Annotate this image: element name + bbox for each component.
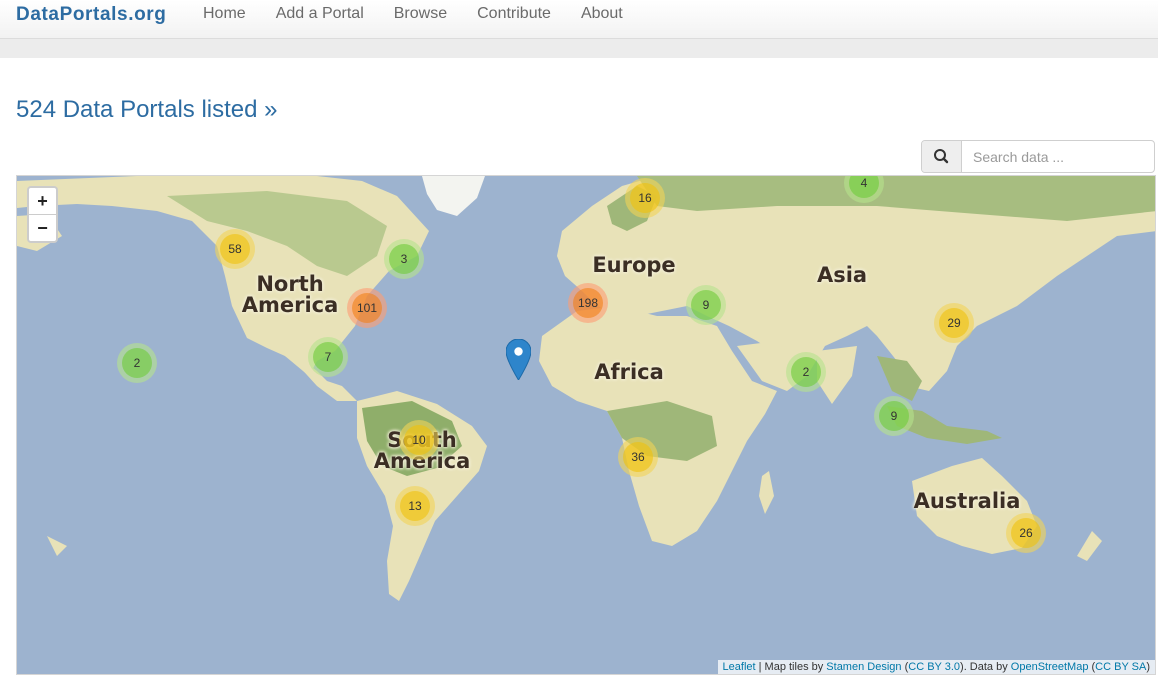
label-north-america-text: North America [241,272,339,317]
label-africa: Africa [594,360,664,384]
search-box [921,140,1158,173]
marker-cluster[interactable]: 26 [1006,513,1046,553]
marker-cluster[interactable]: 9 [686,285,726,325]
portal-count-link[interactable]: 524 Data Portals listed » [16,96,277,124]
cluster-count: 58 [220,234,250,264]
cluster-count: 16 [630,183,660,213]
marker-cluster[interactable]: 10 [399,420,439,460]
marker-cluster[interactable]: 7 [308,337,348,377]
zoom-control: + − [27,186,58,243]
zoom-out-button[interactable]: − [29,215,56,241]
cluster-count: 4 [849,176,879,198]
cluster-count: 29 [939,308,969,338]
cluster-count: 2 [122,348,152,378]
stamen-link[interactable]: Stamen Design [826,661,901,673]
cc-by-sa-link[interactable]: CC BY SA [1095,661,1146,673]
nav-add-portal[interactable]: Add a Portal [261,0,379,33]
main-nav: Home Add a Portal Browse Contribute Abou… [188,0,638,33]
nav-home[interactable]: Home [188,0,261,33]
navbar-shadow-bar [0,39,1158,58]
marker-cluster[interactable]: 58 [215,229,255,269]
cluster-count: 9 [879,401,909,431]
marker-cluster[interactable]: 36 [618,437,658,477]
map-attribution: Leaflet | Map tiles by Stamen Design (CC… [717,660,1155,674]
marker-cluster[interactable]: 29 [934,303,974,343]
navbar: DataPortals.org Home Add a Portal Browse… [0,0,1158,39]
marker-cluster[interactable]: 3 [384,239,424,279]
marker-cluster[interactable]: 2 [117,343,157,383]
nav-about[interactable]: About [566,0,638,33]
cluster-count: 198 [573,288,603,318]
attr-text-5: ) [1146,661,1150,673]
marker-cluster[interactable]: 2 [786,352,826,392]
leaflet-link[interactable]: Leaflet [723,661,756,673]
cluster-count: 7 [313,342,343,372]
cluster-count: 101 [352,293,382,323]
cluster-count: 36 [623,442,653,472]
attr-text-1: | Map tiles by [755,661,827,673]
cluster-count: 9 [691,290,721,320]
marker-cluster[interactable]: 101 [347,288,387,328]
search-input[interactable] [962,141,1158,172]
cluster-count: 13 [400,491,430,521]
nav-contribute[interactable]: Contribute [462,0,566,33]
marker-cluster[interactable]: 16 [625,178,665,218]
cluster-count: 10 [404,425,434,455]
cluster-count: 2 [791,357,821,387]
marker-cluster[interactable]: 198 [568,283,608,323]
world-map[interactable]: + − North America South America Europe A… [16,175,1156,675]
cluster-count: 26 [1011,518,1041,548]
brand-logo[interactable]: DataPortals.org [16,4,166,26]
marker-cluster[interactable]: 13 [395,486,435,526]
attr-text-3: ). Data by [960,661,1011,673]
osm-link[interactable]: OpenStreetMap [1011,661,1089,673]
label-asia: Asia [816,263,868,287]
nav-browse[interactable]: Browse [379,0,462,33]
map-marker-icon[interactable] [506,339,531,380]
marker-cluster[interactable]: 9 [874,396,914,436]
label-north-america: North America [242,274,339,316]
map-tiles [17,176,1155,674]
label-europe: Europe [592,253,676,277]
label-australia: Australia [913,489,1021,513]
cluster-count: 3 [389,244,419,274]
zoom-in-button[interactable]: + [29,188,56,215]
search-icon[interactable] [922,141,962,172]
cc-by-link[interactable]: CC BY 3.0 [908,661,960,673]
